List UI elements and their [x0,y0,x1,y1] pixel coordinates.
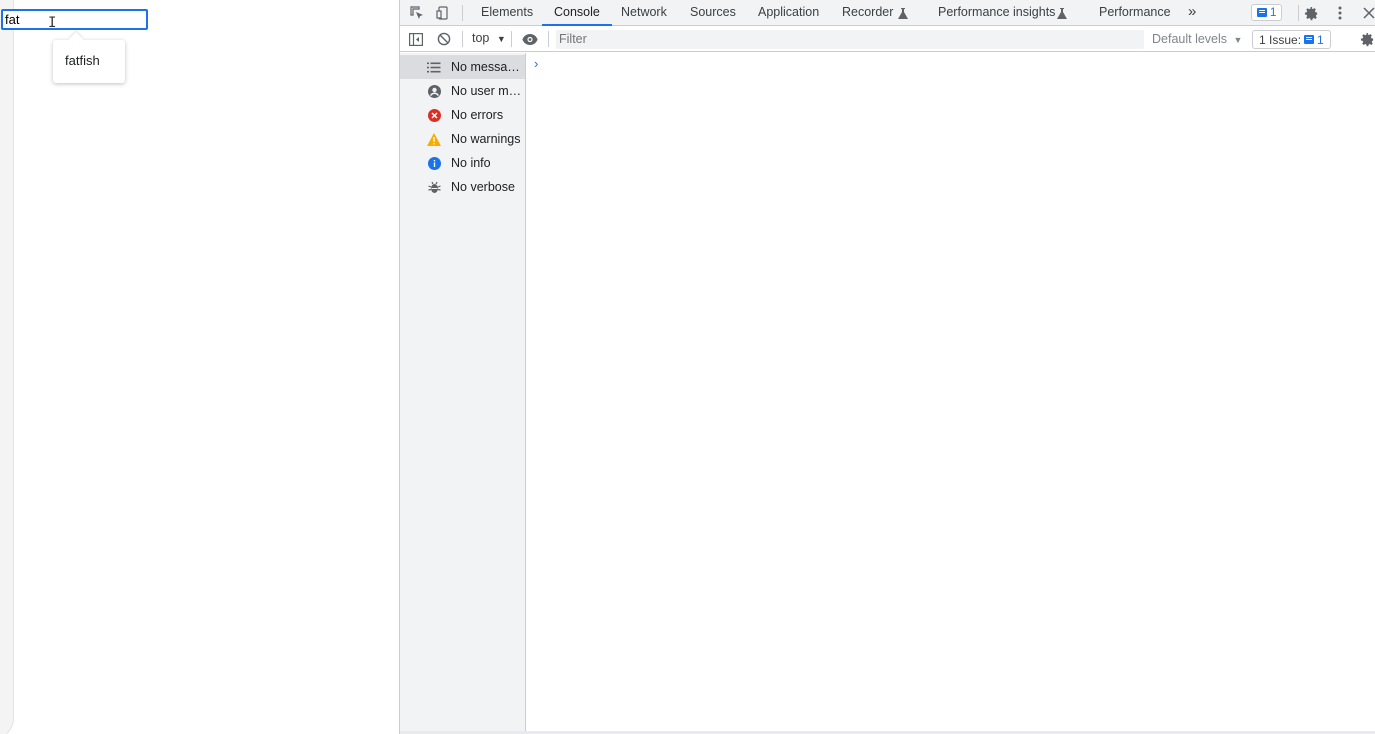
live-expression-eye-icon[interactable] [521,30,539,48]
tab-application[interactable]: Application [758,0,819,26]
sidebar-item-label: No errors [451,108,504,122]
toolbar-separator [462,31,463,47]
context-select[interactable]: top ▼ [472,31,506,45]
dropdown-arrow-icon: ▼ [496,34,506,44]
console-settings-gear-icon[interactable] [1358,30,1375,48]
bug-icon [427,180,441,194]
search-input[interactable] [1,9,148,30]
tab-performance[interactable]: Performance [1099,0,1171,26]
clear-console-icon[interactable] [435,30,453,48]
user-icon [427,84,441,98]
devtools-panel: Elements Console Network Sources Applica… [399,0,1375,734]
messages-badge[interactable]: 1 [1251,4,1283,21]
sidebar-item-label: No info [451,156,491,170]
sidebar-item-label: No warnings [451,132,521,146]
sidebar-item-label: No messages [451,60,525,74]
issues-label: 1 Issue: [1259,32,1302,47]
console-filter-input[interactable] [556,30,1144,49]
sidebar-toggle-icon[interactable] [407,30,425,48]
page-frame [0,0,14,734]
tab-separator [1298,5,1299,21]
suggestion-popup: fatfish [53,40,125,83]
error-icon [427,108,441,122]
tab-performance-insights[interactable]: Performance insights [938,0,1055,26]
settings-gear-icon[interactable] [1302,4,1320,22]
flask-icon [1053,4,1071,22]
list-icon [427,60,441,74]
sidebar-item-user-messages[interactable]: No user me… [400,79,525,103]
console-prompt-chevron-icon: › [534,56,539,71]
message-icon [1304,35,1315,44]
web-page: I fatfish [0,0,399,734]
sidebar-item-messages[interactable]: No messages [400,55,525,79]
tab-elements[interactable]: Elements [481,0,533,26]
info-icon [427,156,441,170]
more-options-icon[interactable] [1331,4,1349,22]
inspect-element-icon[interactable] [408,4,426,22]
close-devtools-icon[interactable] [1360,4,1375,22]
sidebar-item-errors[interactable]: No errors [400,103,525,127]
sidebar-item-label: No verbose [451,180,515,194]
sidebar-item-info[interactable]: No info [400,151,525,175]
warning-icon [427,132,441,146]
sidebar-item-warnings[interactable]: No warnings [400,127,525,151]
tab-sources[interactable]: Sources [690,0,736,26]
dropdown-arrow-icon: ▼ [1233,35,1243,45]
log-levels-dropdown[interactable]: Default levels ▼ [1152,32,1242,46]
sidebar-item-label: No user me… [451,84,525,98]
toolbar-separator [548,31,549,47]
devtools-tabbar: Elements Console Network Sources Applica… [400,0,1375,26]
toolbar-separator [511,31,512,47]
context-value: top [472,31,490,45]
tab-separator [462,5,463,21]
message-icon [1257,8,1267,17]
messages-count: 1 [1270,6,1277,19]
console-toolbar: top ▼ Default levels ▼ 1 Issue: 1 [400,27,1375,52]
text-cursor-icon: I [48,15,57,31]
sidebar-item-verbose[interactable]: No verbose [400,175,525,199]
device-toolbar-icon[interactable] [434,4,452,22]
tab-recorder[interactable]: Recorder [842,0,893,26]
issues-button[interactable]: 1 Issue: 1 [1252,30,1331,49]
console-sidebar: No messages No user me… No errors No war… [400,53,526,734]
console-output[interactable]: › [527,53,1375,732]
suggestion-item[interactable]: fatfish [65,53,100,68]
tab-console[interactable]: Console [542,0,612,26]
tab-network[interactable]: Network [621,0,667,26]
more-tabs-icon[interactable]: » [1188,0,1196,26]
flask-icon [894,4,912,22]
issues-count: 1 [1317,32,1324,47]
log-levels-label: Default levels [1152,32,1228,46]
